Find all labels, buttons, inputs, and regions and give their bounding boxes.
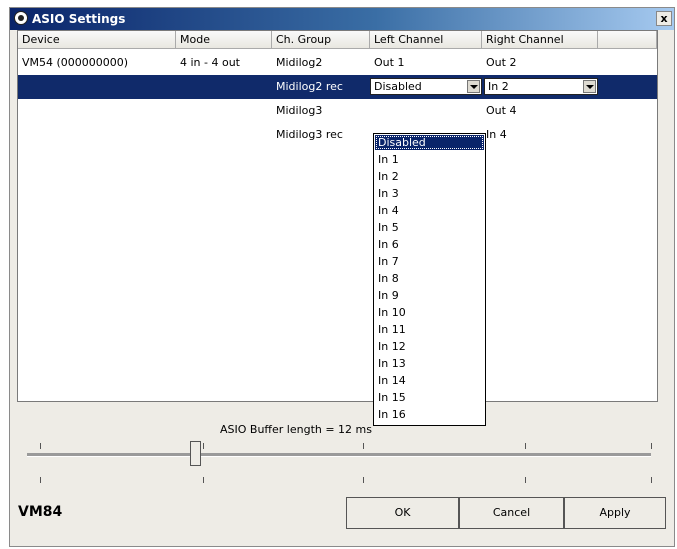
slider-tick [203,477,204,483]
cell-group: Midilog2 [276,56,323,69]
slider-tick [203,443,204,449]
column-header-device[interactable]: Device [18,31,176,49]
cell-mode: 4 in - 4 out [180,56,240,69]
dropdown-option[interactable]: In 16 [375,407,484,422]
buffer-length-label: ASIO Buffer length = 12 ms [220,423,373,436]
table-row-selected[interactable]: Midilog2 rec Disabled In 2 [18,75,657,99]
cell-right-channel: Out 4 [486,104,517,117]
right-channel-select[interactable]: In 2 [484,78,598,95]
right-channel-value: In 2 [488,80,509,93]
apply-button[interactable]: Apply [564,497,666,529]
channel-list: Device Mode Ch. Group Left Channel Right… [17,30,658,402]
column-header-ch-group[interactable]: Ch. Group [272,31,370,49]
table-row[interactable]: VM54 (000000000) 4 in - 4 out Midilog2 O… [18,51,657,75]
slider-tick [651,443,652,449]
list-header: Device Mode Ch. Group Left Channel Right… [18,31,657,49]
slider-tick [525,477,526,483]
brand-label: VM84 [18,504,63,520]
dropdown-option[interactable]: In 1 [375,152,484,167]
cell-right-channel: Out 2 [486,56,517,69]
column-header-right-channel[interactable]: Right Channel [482,31,598,49]
dropdown-option[interactable]: In 9 [375,288,484,303]
left-channel-select[interactable]: Disabled [370,78,482,95]
slider-tick [40,477,41,483]
slider-tick [363,477,364,483]
buffer-slider-thumb[interactable] [190,441,201,466]
dropdown-option[interactable]: In 5 [375,220,484,235]
cell-device: VM54 (000000000) [22,56,129,69]
left-channel-value: Disabled [374,80,422,93]
dropdown-option[interactable]: In 10 [375,305,484,320]
column-header-empty [598,31,657,49]
dropdown-option[interactable]: In 12 [375,339,484,354]
window-title: ASIO Settings [32,12,126,26]
dropdown-option[interactable]: In 8 [375,271,484,286]
slider-tick [40,443,41,449]
dropdown-option[interactable]: In 11 [375,322,484,337]
dropdown-option[interactable]: In 15 [375,390,484,405]
cell-group: Midilog2 rec [276,80,343,93]
column-header-mode[interactable]: Mode [176,31,272,49]
chevron-down-icon[interactable] [583,80,596,93]
close-button[interactable]: x [656,11,672,26]
dropdown-option[interactable]: In 6 [375,237,484,252]
chevron-down-icon[interactable] [467,80,480,93]
dropdown-option[interactable]: In 7 [375,254,484,269]
table-row[interactable]: Midilog3 Out 4 [18,99,657,123]
dropdown-option[interactable]: Disabled [375,135,484,150]
cell-left-channel: Out 1 [374,56,405,69]
left-channel-dropdown-list: Disabled In 1 In 2 In 3 In 4 In 5 In 6 I… [373,133,486,426]
slider-tick [363,443,364,449]
cancel-button[interactable]: Cancel [459,497,564,529]
slider-tick [525,443,526,449]
table-row[interactable]: Midilog3 rec In 4 [18,123,657,147]
dropdown-option[interactable]: In 2 [375,169,484,184]
dropdown-option[interactable]: In 14 [375,373,484,388]
slider-tick [651,477,652,483]
cell-group: Midilog3 [276,104,323,117]
dropdown-option[interactable]: In 13 [375,356,484,371]
cell-group: Midilog3 rec [276,128,343,141]
buffer-slider-track[interactable] [27,453,651,457]
app-icon [14,11,28,25]
column-header-left-channel[interactable]: Left Channel [370,31,482,49]
dropdown-option[interactable]: In 3 [375,186,484,201]
ok-button[interactable]: OK [346,497,459,529]
title-bar[interactable]: ASIO Settings x [10,8,674,30]
dropdown-option[interactable]: In 4 [375,203,484,218]
